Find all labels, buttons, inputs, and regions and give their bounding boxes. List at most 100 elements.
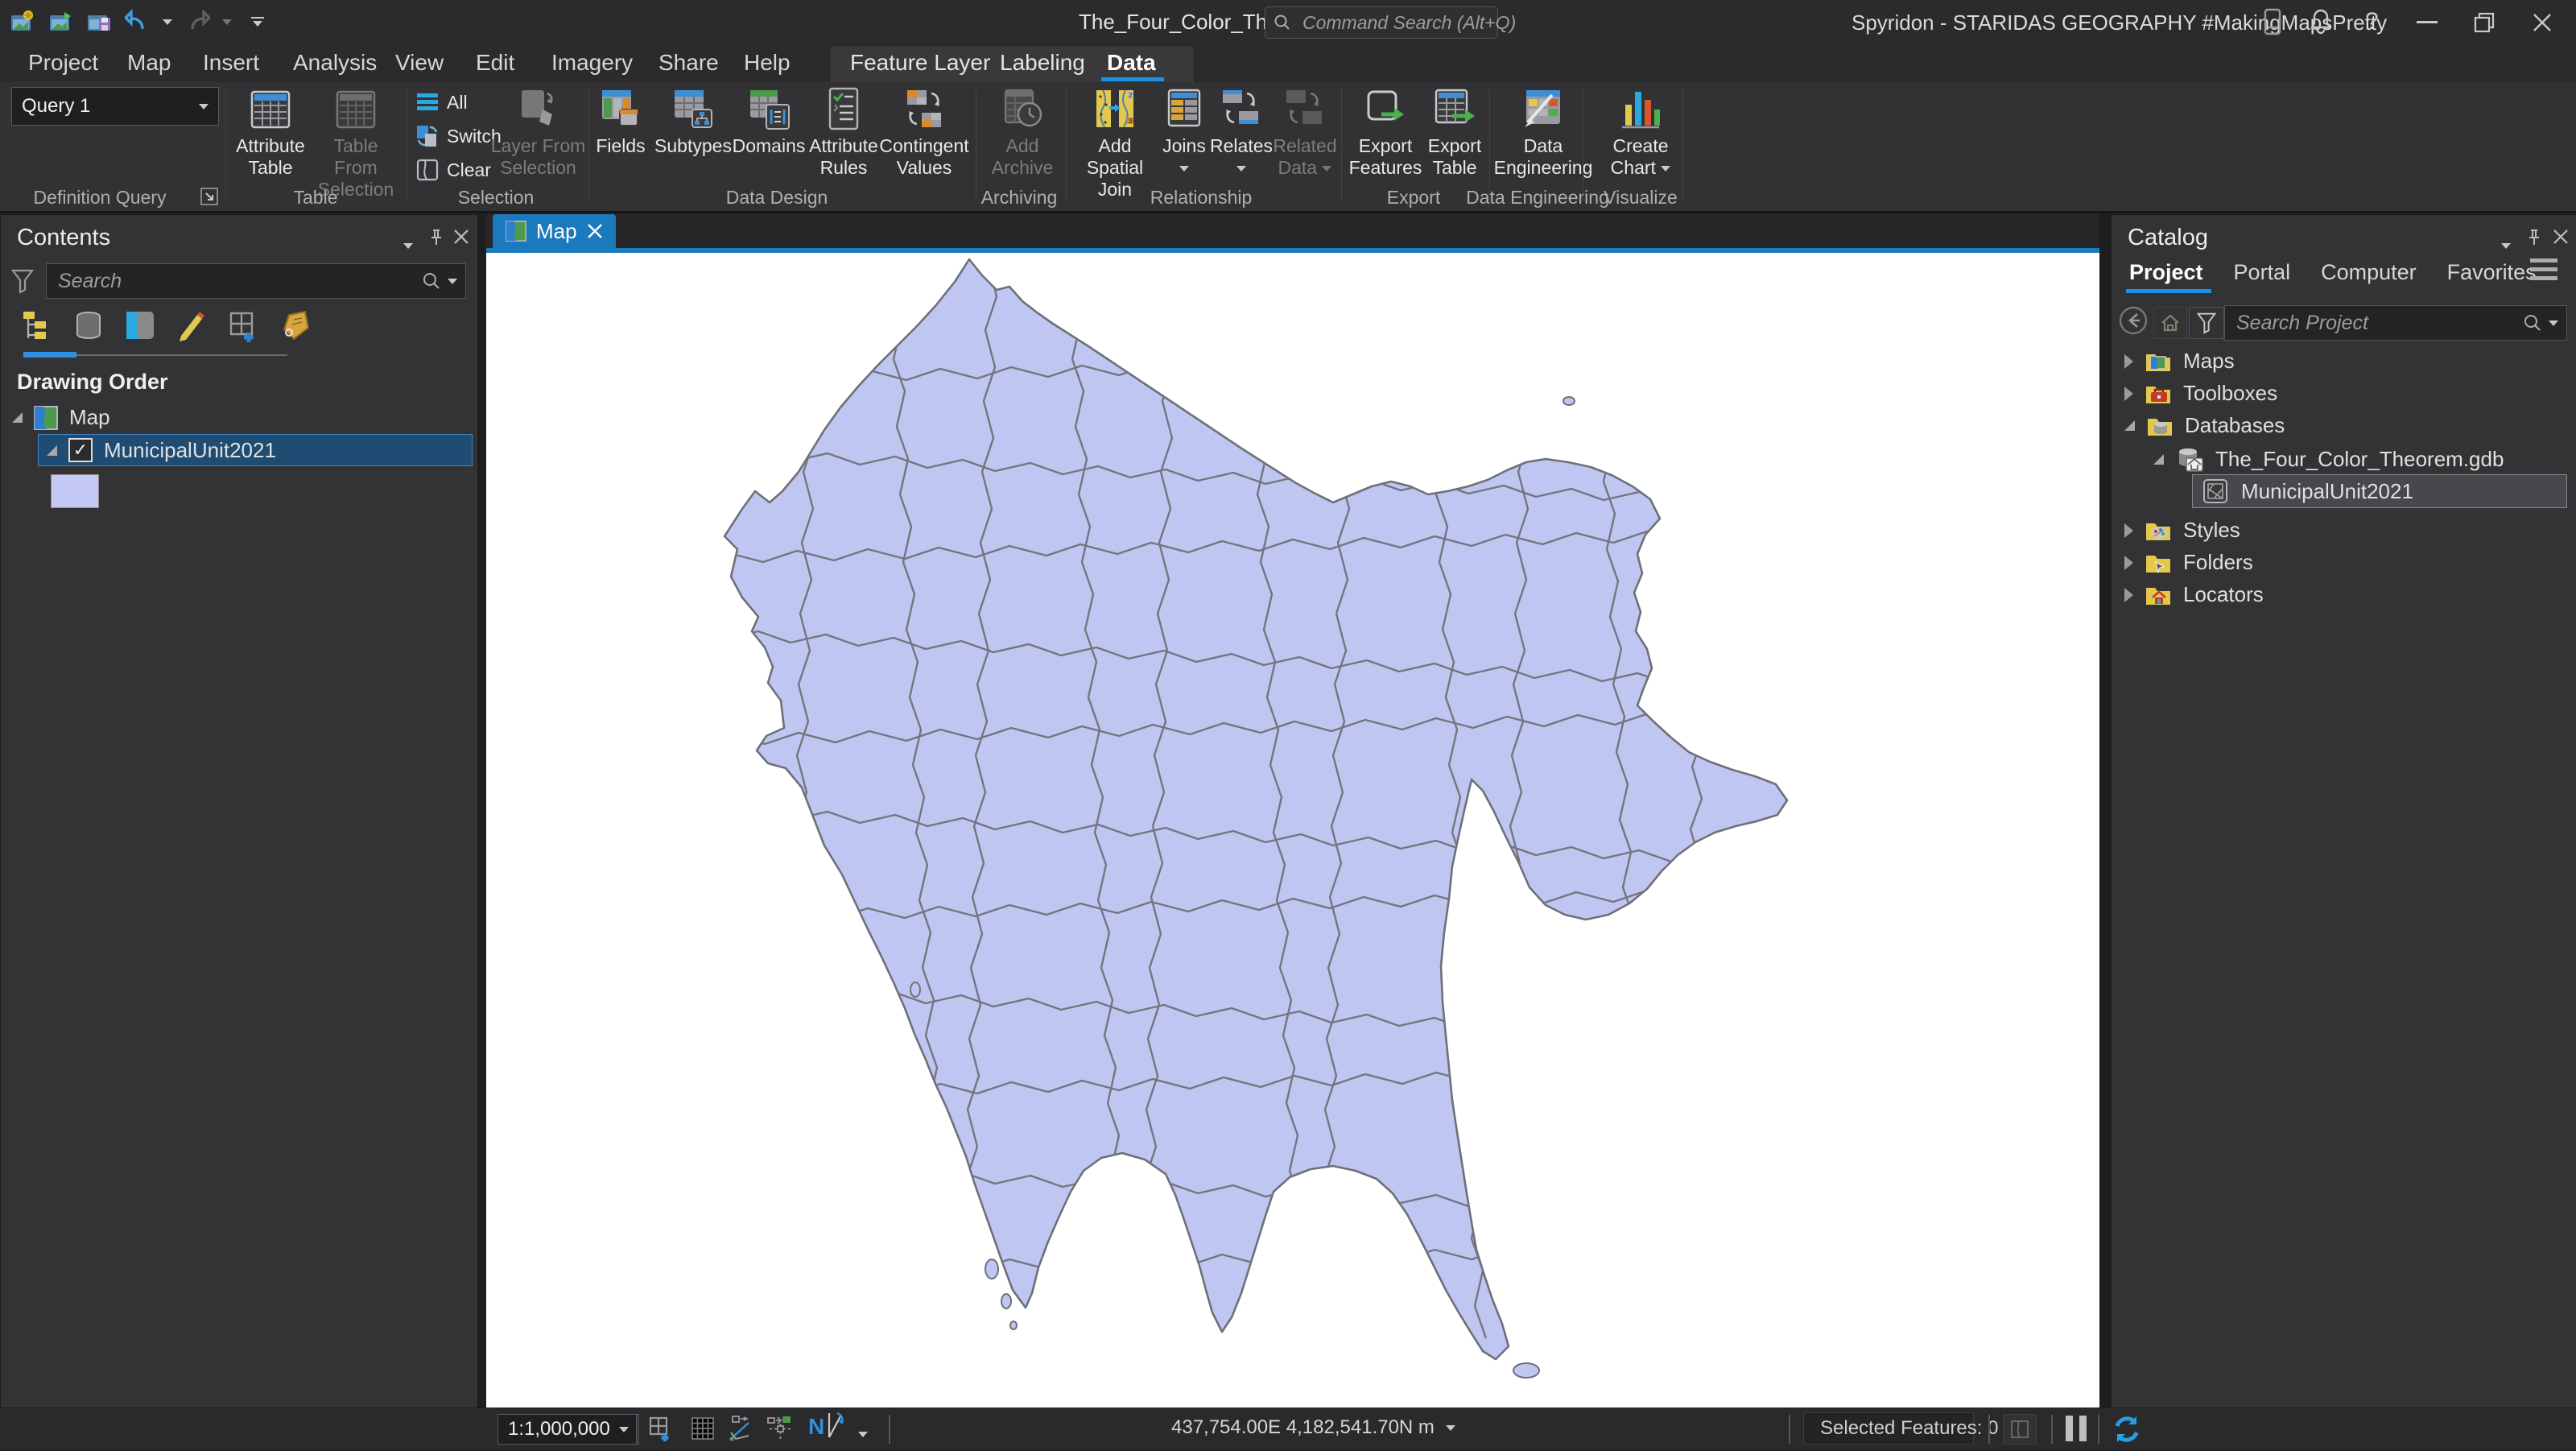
table-from-selection-button[interactable]: Table From Selection <box>311 85 401 200</box>
map-canvas[interactable] <box>486 253 2099 1408</box>
catalog-search-dropdown-icon[interactable] <box>2549 320 2558 326</box>
joins-button[interactable]: Joins <box>1159 85 1209 179</box>
selected-features-indicator[interactable]: Selected Features: 0 <box>1803 1412 1974 1445</box>
attribute-rules-button[interactable]: Attribute Rules <box>807 85 881 179</box>
tab-labeling[interactable]: Labeling <box>1000 50 1085 76</box>
catalog-menu-icon[interactable] <box>2530 258 2557 280</box>
redo-dropdown-icon[interactable] <box>222 19 232 25</box>
contents-search-dropdown-icon[interactable] <box>448 279 457 284</box>
list-by-data-source-icon[interactable] <box>72 308 105 346</box>
catalog-tab-portal[interactable]: Portal <box>2234 260 2291 285</box>
select-all-button[interactable]: All <box>415 90 468 114</box>
catalog-item-gdb[interactable]: The_Four_Color_Theorem.gdb <box>2153 445 2504 473</box>
contents-collapse-icon[interactable] <box>403 234 413 257</box>
close-button[interactable] <box>2531 11 2553 38</box>
list-by-selection-icon[interactable] <box>123 308 157 346</box>
contents-search[interactable] <box>46 263 466 299</box>
tab-project[interactable]: Project <box>28 50 98 76</box>
expanded-icon[interactable] <box>12 412 23 423</box>
catalog-tab-project[interactable]: Project <box>2129 260 2203 285</box>
expanded-icon[interactable] <box>2153 454 2164 465</box>
layer-symbol-swatch[interactable] <box>51 474 99 508</box>
home-icon[interactable] <box>2153 307 2187 339</box>
collapsed-icon[interactable] <box>2124 588 2133 602</box>
collapsed-icon[interactable] <box>2124 387 2133 401</box>
catalog-tab-favorites[interactable]: Favorites <box>2447 260 2537 285</box>
map-view-tab[interactable]: Map <box>493 214 616 248</box>
snapping-icon[interactable] <box>766 1415 795 1448</box>
save-project-icon[interactable] <box>85 8 113 35</box>
catalog-item-styles[interactable]: Styles <box>2124 518 2240 543</box>
catalog-close-icon[interactable] <box>2553 228 2569 250</box>
data-engineering-button[interactable]: Data Engineering <box>1496 85 1591 179</box>
feedback-device-icon[interactable] <box>2260 8 2285 39</box>
contents-close-icon[interactable] <box>453 228 469 250</box>
north-rotation-icon[interactable]: N <box>808 1412 845 1442</box>
undo-icon[interactable] <box>124 8 151 35</box>
catalog-filter-icon[interactable] <box>2189 307 2224 339</box>
layer-from-selection-button[interactable]: Layer From Selection <box>488 85 588 179</box>
contents-pin-icon[interactable] <box>427 228 445 253</box>
catalog-search-input[interactable] <box>2225 312 2523 335</box>
clear-selection-button[interactable]: Clear <box>415 158 491 182</box>
catalog-item-databases[interactable]: Databases <box>2124 413 2285 438</box>
command-search-input[interactable] <box>1291 12 1555 34</box>
open-project-icon[interactable] <box>47 8 74 35</box>
related-data-button[interactable]: Related Data <box>1272 85 1338 179</box>
collapsed-icon[interactable] <box>2124 523 2133 538</box>
notifications-bell-icon[interactable] <box>2309 8 2333 39</box>
tab-view[interactable]: View <box>395 50 444 76</box>
contents-search-input[interactable] <box>47 270 422 293</box>
collapsed-icon[interactable] <box>2124 354 2133 369</box>
minimize-button[interactable] <box>2417 21 2438 23</box>
tab-imagery[interactable]: Imagery <box>551 50 633 76</box>
tab-analysis[interactable]: Analysis <box>293 50 377 76</box>
expanded-icon[interactable] <box>47 445 57 456</box>
redo-icon[interactable] <box>184 8 211 35</box>
coordinates-dropdown-icon[interactable] <box>1446 1425 1455 1431</box>
pause-drawing-icon[interactable] <box>2066 1416 2087 1441</box>
help-icon[interactable]: ? <box>2365 8 2379 35</box>
definition-query-launcher-icon[interactable] <box>200 187 219 210</box>
collapsed-icon[interactable] <box>2124 556 2133 570</box>
add-archive-button[interactable]: Add Archive <box>984 85 1061 179</box>
customize-quick-access-icon[interactable] <box>251 17 264 27</box>
tab-share[interactable]: Share <box>658 50 719 76</box>
map-scale-combo[interactable]: 1:1,000,000 <box>497 1414 639 1445</box>
toc-layer-item[interactable]: ✓ MunicipalUnit2021 <box>38 434 473 466</box>
catalog-item-toolboxes[interactable]: Toolboxes <box>2124 381 2277 406</box>
measure-icon[interactable] <box>728 1415 757 1448</box>
tab-insert[interactable]: Insert <box>203 50 259 76</box>
tab-data[interactable]: Data <box>1107 50 1156 76</box>
command-search[interactable] <box>1265 6 1498 39</box>
export-features-button[interactable]: Export Features <box>1348 85 1423 179</box>
layer-visibility-checkbox[interactable]: ✓ <box>68 438 93 462</box>
subtypes-button[interactable]: Subtypes <box>655 85 731 157</box>
create-chart-button[interactable]: Create Chart <box>1604 85 1678 179</box>
catalog-collapse-icon[interactable] <box>2501 234 2511 257</box>
tab-map[interactable]: Map <box>127 50 171 76</box>
close-tab-icon[interactable] <box>587 223 603 239</box>
contents-filter-icon[interactable] <box>10 268 35 298</box>
clear-selected-icon[interactable] <box>2003 1414 2037 1445</box>
restore-button[interactable] <box>2473 11 2496 38</box>
tab-edit[interactable]: Edit <box>476 50 514 76</box>
tab-help[interactable]: Help <box>744 50 791 76</box>
list-by-labeling-icon[interactable] <box>226 308 260 346</box>
catalog-item-folders[interactable]: Folders <box>2124 550 2253 575</box>
contingent-values-button[interactable]: Contingent Values <box>882 85 966 179</box>
catalog-item-locators[interactable]: Locators <box>2124 582 2264 607</box>
catalog-pin-icon[interactable] <box>2525 228 2543 253</box>
catalog-item-feature-class[interactable]: MunicipalUnit2021 <box>2192 474 2567 508</box>
export-table-button[interactable]: Export Table <box>1425 85 1484 179</box>
catalog-search[interactable] <box>2224 305 2567 341</box>
attribute-table-button[interactable]: Attribute Table <box>232 85 309 179</box>
back-icon[interactable] <box>2118 305 2149 340</box>
definition-query-selector[interactable]: Query 1 <box>11 87 219 126</box>
list-by-editing-icon[interactable] <box>175 308 208 346</box>
new-project-icon[interactable] <box>8 8 35 35</box>
map-tools-dropdown-icon[interactable] <box>858 1423 868 1445</box>
expanded-icon[interactable] <box>2124 420 2135 431</box>
layout-grid-icon[interactable] <box>647 1415 675 1448</box>
add-spatial-join-button[interactable]: 23 Add Spatial Join <box>1072 85 1158 200</box>
